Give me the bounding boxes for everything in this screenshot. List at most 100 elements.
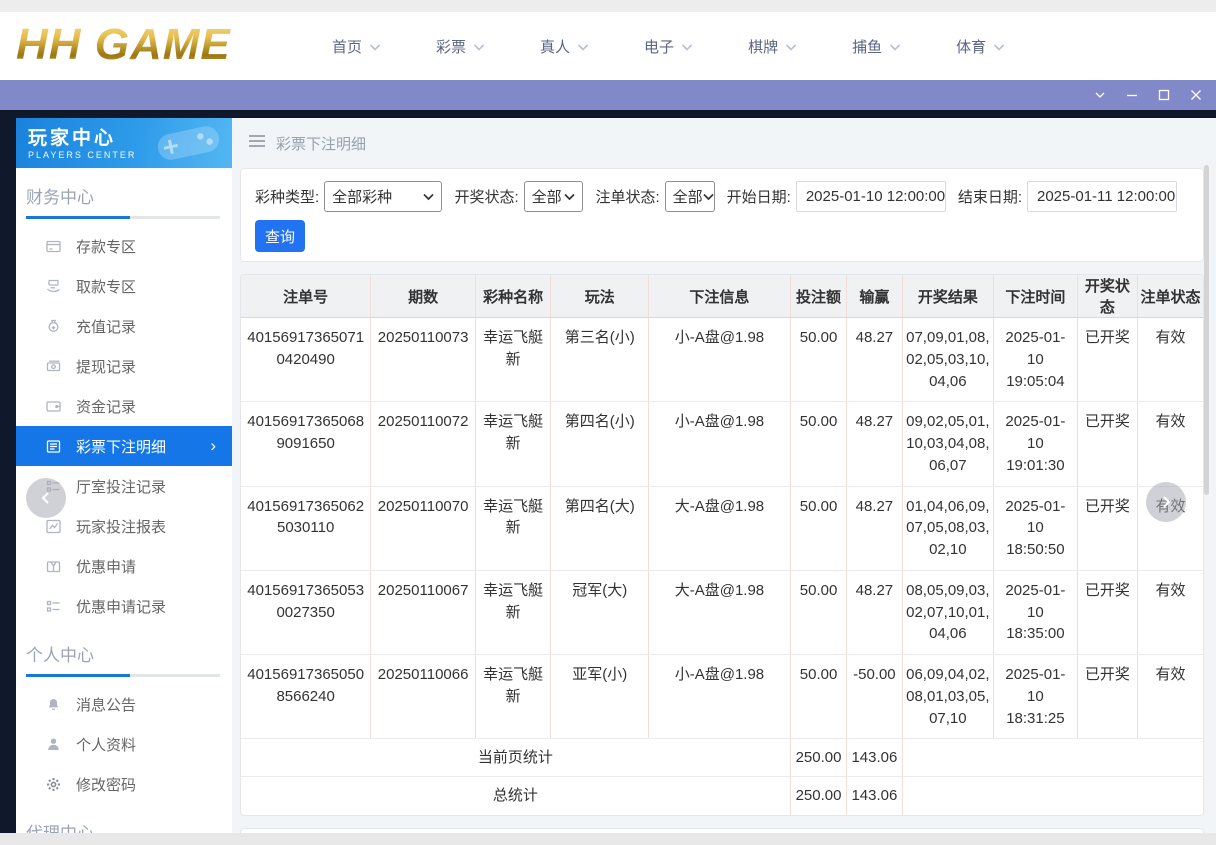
cell-开奖结果: 08,05,09,03,02,07,10,01,04,06 — [902, 570, 994, 654]
nav-item-label: 彩票 — [436, 36, 466, 57]
cell-开奖结果: 09,02,05,01,10,03,04,08,06,07 — [902, 402, 994, 486]
main-content: 彩票下注明细 彩种类型: 全部彩种 开奖状态: 全部 注单状态: — [232, 118, 1216, 833]
cell-彩种名称: 幸运飞艇新 — [475, 655, 550, 739]
deposit-card-icon — [44, 237, 62, 255]
cell-期数: 20250110066 — [371, 655, 476, 739]
cell-期数: 20250110067 — [371, 570, 476, 654]
summary-bet-total: 250.00 — [790, 739, 846, 777]
nav-item-彩票[interactable]: 彩票 — [436, 36, 485, 57]
chevron-down-icon — [703, 188, 714, 205]
cell-玩法: 亚军(小) — [551, 655, 649, 739]
sidebar-item-优惠申请记录[interactable]: 优惠申请记录 — [16, 586, 232, 626]
column-header-注单状态: 注单状态 — [1138, 275, 1203, 318]
cell-投注额: 50.00 — [790, 486, 846, 570]
sidebar-item-存款专区[interactable]: 存款专区 — [16, 226, 232, 266]
nav-item-体育[interactable]: 体育 — [956, 36, 1005, 57]
hamburger-icon[interactable] — [248, 134, 266, 152]
list-icon — [44, 597, 62, 615]
sidebar-item-label: 彩票下注明细 — [76, 436, 166, 457]
start-date-value: 2025-01-10 12:00:00 — [806, 188, 945, 205]
sidebar-header: 玩家中心 PLAYERS CENTER — [16, 118, 232, 168]
bet-table: 注单号期数彩种名称玩法下注信息投注额输赢开奖结果下注时间开奖状态注单状态 401… — [241, 275, 1203, 815]
sidebar-item-资金记录[interactable]: 资金记录 — [16, 386, 232, 426]
user-icon — [44, 735, 62, 753]
summary-winloss-total: 143.06 — [847, 739, 902, 777]
nav-item-label: 真人 — [540, 36, 570, 57]
chevron-right-icon: › — [210, 436, 216, 456]
summary-empty — [902, 777, 1203, 815]
cell-注单号: 401569173650530027350 — [241, 570, 371, 654]
section-underline — [26, 674, 220, 677]
cell-下注时间: 2025-01-10 19:05:04 — [994, 318, 1078, 402]
main-nav: 首页 彩票 真人 电子 棋牌 捕鱼 体育 — [332, 12, 1005, 80]
chevron-down-icon[interactable] — [1088, 84, 1112, 106]
column-header-输赢: 输赢 — [847, 275, 902, 318]
cell-下注信息: 小-A盘@1.98 — [649, 402, 791, 486]
draw-status-select[interactable]: 全部 — [524, 181, 584, 212]
panel-expand-button[interactable] — [1146, 482, 1186, 522]
close-icon[interactable] — [1184, 84, 1208, 106]
chevron-down-icon — [423, 188, 434, 205]
cell-彩种名称: 幸运飞艇新 — [475, 402, 550, 486]
doc-icon — [44, 437, 62, 455]
summary-winloss-total: 143.06 — [847, 777, 902, 815]
cell-玩法: 冠军(大) — [551, 570, 649, 654]
summary-label: 当前页统计 — [241, 739, 790, 777]
sidebar-item-充值记录[interactable]: 充值记录 — [16, 306, 232, 346]
sidebar-item-取款专区[interactable]: 取款专区 — [16, 266, 232, 306]
nav-item-首页[interactable]: 首页 — [332, 36, 381, 57]
lottery-type-select[interactable]: 全部彩种 — [324, 181, 442, 212]
window-titlebar — [0, 80, 1216, 110]
app-body: 玩家中心 PLAYERS CENTER 财务中心存款专区取款专区充值记录提现记录… — [0, 110, 1216, 833]
order-status-select[interactable]: 全部 — [665, 181, 715, 212]
column-header-投注额: 投注额 — [790, 275, 846, 318]
sidebar-item-消息公告[interactable]: 消息公告 — [16, 684, 232, 724]
cell-开奖状态: 已开奖 — [1077, 318, 1137, 402]
sidebar-item-彩票下注明细[interactable]: 彩票下注明细 › — [16, 426, 232, 466]
coupon-icon — [44, 557, 62, 575]
column-header-开奖状态: 开奖状态 — [1077, 275, 1137, 318]
cell-开奖状态: 已开奖 — [1077, 655, 1137, 739]
sidebar-collapse-button[interactable] — [26, 478, 66, 518]
sidebar-item-个人资料[interactable]: 个人资料 — [16, 724, 232, 764]
cell-下注信息: 大-A盘@1.98 — [649, 486, 791, 570]
cell-注单状态: 有效 — [1138, 570, 1203, 654]
site-logo[interactable]: HH GAME — [16, 20, 231, 70]
table-row: 40156917365053002735020250110067幸运飞艇新冠军(… — [241, 570, 1203, 654]
nav-item-真人[interactable]: 真人 — [540, 36, 589, 57]
report-icon — [44, 517, 62, 535]
chevron-down-icon — [369, 43, 381, 52]
nav-item-电子[interactable]: 电子 — [644, 36, 693, 57]
sidebar-item-label: 资金记录 — [76, 396, 136, 417]
sidebar-item-label: 提现记录 — [76, 356, 136, 377]
search-button[interactable]: 查询 — [255, 220, 305, 252]
column-header-开奖结果: 开奖结果 — [902, 275, 994, 318]
start-date-input[interactable]: 2025-01-10 12:00:00 — [796, 181, 946, 212]
bell-icon — [44, 695, 62, 713]
column-header-玩法: 玩法 — [551, 275, 649, 318]
scrollbar-thumb[interactable] — [1204, 165, 1209, 495]
nav-item-捕鱼[interactable]: 捕鱼 — [852, 36, 901, 57]
nav-item-棋牌[interactable]: 棋牌 — [748, 36, 797, 57]
sidebar-item-优惠申请[interactable]: 优惠申请 — [16, 546, 232, 586]
cell-注单状态: 有效 — [1138, 318, 1203, 402]
draw-status-value: 全部 — [532, 186, 562, 207]
sidebar-item-提现记录[interactable]: 提现记录 — [16, 346, 232, 386]
site-header: HH GAME 首页 彩票 真人 电子 棋牌 捕鱼 体育 — [0, 12, 1216, 80]
sidebar-item-修改密码[interactable]: 修改密码 — [16, 764, 232, 804]
sidebar-item-label: 取款专区 — [76, 276, 136, 297]
gamepad-icon — [146, 118, 232, 168]
cell-玩法: 第四名(小) — [551, 402, 649, 486]
maximize-icon[interactable] — [1152, 84, 1176, 106]
withdraw-hand-icon — [44, 277, 62, 295]
bet-table-card: 注单号期数彩种名称玩法下注信息投注额输赢开奖结果下注时间开奖状态注单状态 401… — [240, 274, 1204, 816]
table-row: 40156917365050856624020250110066幸运飞艇新亚军(… — [241, 655, 1203, 739]
sidebar-item-label: 厅室投注记录 — [76, 476, 166, 497]
table-body: 40156917365071042049020250110073幸运飞艇新第三名… — [241, 318, 1203, 815]
table-header-row: 注单号期数彩种名称玩法下注信息投注额输赢开奖结果下注时间开奖状态注单状态 — [241, 275, 1203, 318]
table-row: 40156917365071042049020250110073幸运飞艇新第三名… — [241, 318, 1203, 402]
cell-下注时间: 2025-01-10 19:01:30 — [994, 402, 1078, 486]
end-date-input[interactable]: 2025-01-11 12:00:00 — [1027, 181, 1177, 212]
minimize-icon[interactable] — [1120, 84, 1144, 106]
summary-row: 总统计250.00143.06 — [241, 777, 1203, 815]
